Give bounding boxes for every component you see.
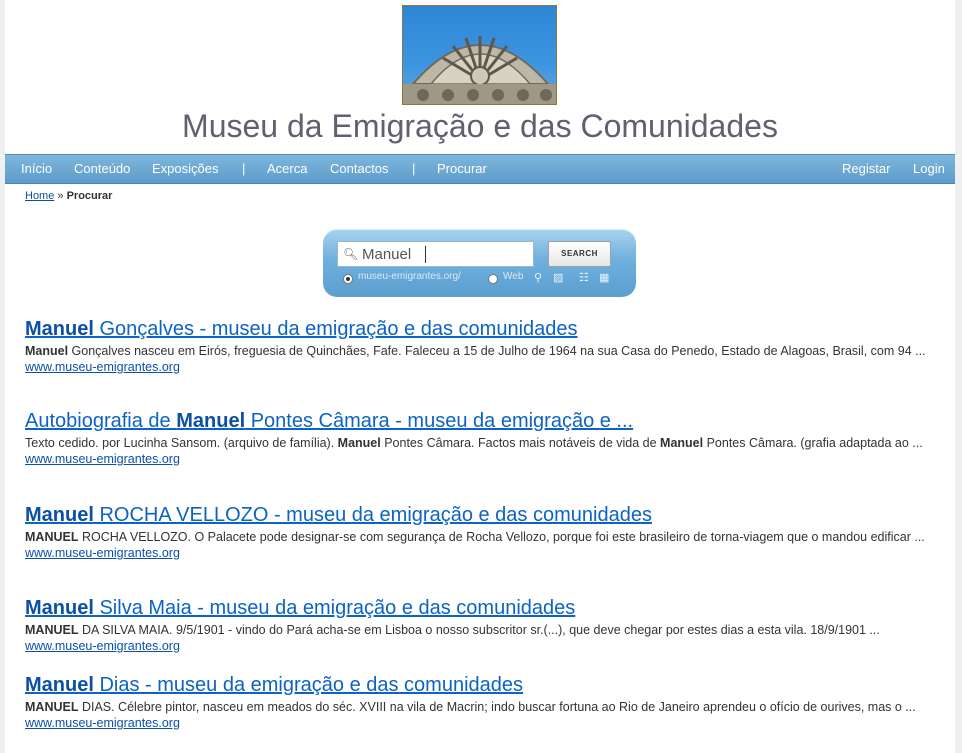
result-title-link[interactable]: Manuel Dias - museu da emigração e das c… bbox=[25, 673, 940, 697]
museum-logo[interactable] bbox=[402, 5, 557, 105]
search-widget: 🔍︎ Manuel SEARCH museu-emigrantes.org/ W… bbox=[323, 229, 636, 297]
search-input[interactable]: 🔍︎ Manuel bbox=[337, 241, 534, 267]
nav-conteudo[interactable]: Conteúdo bbox=[74, 161, 130, 176]
web-search-icon[interactable]: ⚲ bbox=[534, 271, 542, 284]
text-caret bbox=[425, 246, 426, 263]
search-button[interactable]: SEARCH bbox=[548, 241, 611, 267]
page: Museu da Emigração e das Comunidades Iní… bbox=[5, 0, 955, 753]
site-title: Museu da Emigração e das Comunidades bbox=[182, 108, 778, 144]
result-title-link[interactable]: Autobiografia de Manuel Pontes Câmara - … bbox=[25, 409, 940, 433]
result-url[interactable]: www.museu-emigrantes.org bbox=[25, 638, 940, 654]
result-url[interactable]: www.museu-emigrantes.org bbox=[25, 359, 940, 375]
option-web-label: Web bbox=[503, 271, 524, 282]
video-search-icon[interactable]: ▦ bbox=[599, 271, 609, 284]
result-snippet: Texto cedido. por Lucinha Sansom. (arqui… bbox=[25, 436, 923, 450]
radio-site[interactable] bbox=[343, 274, 353, 284]
search-result: Manuel Silva Maia - museu da emigração e… bbox=[25, 596, 940, 654]
search-query: Manuel bbox=[362, 246, 412, 263]
search-result: Manuel ROCHA VELLOZO - museu da emigraçã… bbox=[25, 503, 940, 561]
result-snippet: MANUEL DA SILVA MAIA. 9/5/1901 - vindo d… bbox=[25, 623, 880, 637]
result-url[interactable]: www.museu-emigrantes.org bbox=[25, 715, 940, 731]
result-snippet: Manuel Gonçalves nasceu em Eirós, fregue… bbox=[25, 344, 926, 358]
image-search-icon[interactable]: ▨ bbox=[553, 271, 563, 284]
nav-exposicoes[interactable]: Exposições bbox=[152, 161, 218, 176]
nav-login[interactable]: Login bbox=[913, 161, 945, 176]
search-result: Autobiografia de Manuel Pontes Câmara - … bbox=[25, 409, 940, 467]
news-search-icon[interactable]: ☷ bbox=[579, 271, 589, 284]
search-result: Manuel Dias - museu da emigração e das c… bbox=[25, 673, 940, 731]
radio-web[interactable] bbox=[488, 274, 498, 284]
rose-window-icon bbox=[403, 36, 556, 104]
nav-acerca[interactable]: Acerca bbox=[267, 161, 307, 176]
result-title-link[interactable]: Manuel Silva Maia - museu da emigração e… bbox=[25, 596, 940, 620]
result-title-link[interactable]: Manuel ROCHA VELLOZO - museu da emigraçã… bbox=[25, 503, 940, 527]
result-title-link[interactable]: Manuel Gonçalves - museu da emigração e … bbox=[25, 317, 940, 341]
nav-procurar[interactable]: Procurar bbox=[437, 161, 487, 176]
search-result: Manuel Gonçalves - museu da emigração e … bbox=[25, 317, 940, 375]
result-snippet: MANUEL ROCHA VELLOZO. O Palacete pode de… bbox=[25, 530, 925, 544]
nav-inicio[interactable]: Início bbox=[21, 161, 52, 176]
result-snippet: MANUEL DIAS. Célebre pintor, nasceu em m… bbox=[25, 700, 916, 714]
search-icon: 🔍︎ bbox=[343, 247, 359, 261]
nav-contactos[interactable]: Contactos bbox=[330, 161, 389, 176]
nav-separator: | bbox=[242, 161, 246, 176]
result-url[interactable]: www.museu-emigrantes.org bbox=[25, 451, 940, 467]
breadcrumb-separator: » bbox=[57, 190, 64, 202]
breadcrumb: Home » Procurar bbox=[25, 190, 112, 202]
nav-registar[interactable]: Registar bbox=[842, 161, 890, 176]
breadcrumb-home-link[interactable]: Home bbox=[25, 190, 54, 202]
main-navigation: Início Conteúdo Exposições | Acerca Cont… bbox=[5, 154, 955, 184]
breadcrumb-current: Procurar bbox=[66, 190, 113, 202]
nav-separator: | bbox=[412, 161, 416, 176]
option-site-label: museu-emigrantes.org/ bbox=[358, 271, 461, 282]
result-url[interactable]: www.museu-emigrantes.org bbox=[25, 545, 940, 561]
